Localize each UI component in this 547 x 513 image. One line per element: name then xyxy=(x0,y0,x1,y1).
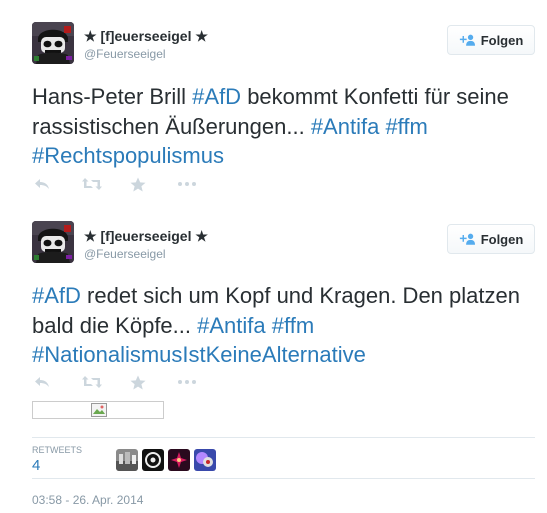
follow-label: Folgen xyxy=(480,231,524,247)
retweet-button[interactable] xyxy=(82,176,130,192)
tweet-actions xyxy=(34,176,226,192)
retweeter-avatar-image xyxy=(168,449,190,471)
tweet-1: ★ [f]euerseeigel ★ @Feuerseeigel Folgen … xyxy=(0,0,547,200)
retweeter-avatar-image xyxy=(116,449,138,471)
follow-label: Folgen xyxy=(480,32,524,48)
retweeter-avatar[interactable] xyxy=(194,449,216,471)
media-placeholder[interactable] xyxy=(32,401,164,419)
reply-button[interactable] xyxy=(34,176,82,192)
divider xyxy=(32,478,535,479)
more-icon xyxy=(178,380,196,384)
tweet-2: ★ [f]euerseeigel ★ @Feuerseeigel Folgen … xyxy=(0,200,547,513)
favorite-button[interactable] xyxy=(130,176,178,192)
star-icon: ★ xyxy=(195,228,208,244)
follow-button[interactable]: Folgen xyxy=(447,25,535,55)
follow-button[interactable]: Folgen xyxy=(447,224,535,254)
hashtag-link[interactable]: #Antifa xyxy=(311,114,380,139)
retweeter-avatar[interactable] xyxy=(142,449,164,471)
broken-image-icon xyxy=(91,403,107,417)
hashtag-link[interactable]: #AfD xyxy=(192,84,241,109)
display-name[interactable]: ★ [f]euerseeigel ★ xyxy=(84,28,208,45)
star-icon: ★ xyxy=(84,28,97,44)
retweeter-avatars xyxy=(116,449,216,471)
tweet-text-fragment: Hans-Peter Brill xyxy=(32,84,193,109)
hashtag-link[interactable]: #Rechtspopulismus xyxy=(32,143,224,168)
avatar[interactable] xyxy=(32,221,74,263)
user-handle[interactable]: @Feuerseeigel xyxy=(84,247,166,261)
display-name-text: [f]euerseeigel xyxy=(100,228,192,244)
user-handle[interactable]: @Feuerseeigel xyxy=(84,47,166,61)
reply-icon xyxy=(34,177,50,191)
avatar[interactable] xyxy=(32,22,74,64)
tweet-text: #AfD redet sich um Kopf und Kragen. Den … xyxy=(32,281,532,370)
avatar-image xyxy=(32,22,74,64)
hashtag-link[interactable]: #NationalismusIstKeineAlternative xyxy=(32,342,366,367)
reply-icon xyxy=(34,375,50,389)
tweet-actions xyxy=(34,374,226,390)
hashtag-link[interactable]: #ffm xyxy=(272,313,314,338)
retweeter-avatar[interactable] xyxy=(116,449,138,471)
follow-user-icon xyxy=(459,34,475,46)
favorite-button[interactable] xyxy=(130,374,178,390)
more-button[interactable] xyxy=(178,374,226,390)
retweets-count[interactable]: 4 xyxy=(32,457,40,474)
star-icon xyxy=(130,177,146,192)
divider xyxy=(32,437,535,438)
hashtag-link[interactable]: #Antifa xyxy=(197,313,266,338)
hashtag-link[interactable]: #AfD xyxy=(32,283,81,308)
display-name[interactable]: ★ [f]euerseeigel ★ xyxy=(84,228,208,245)
retweets-label: RETWEETS xyxy=(32,445,83,455)
retweeter-avatar-image xyxy=(142,449,164,471)
retweeter-avatar[interactable] xyxy=(168,449,190,471)
display-name-text: [f]euerseeigel xyxy=(100,28,192,44)
retweet-button[interactable] xyxy=(82,374,130,390)
star-icon: ★ xyxy=(84,228,97,244)
tweet-text: Hans-Peter Brill #AfD bekommt Konfetti f… xyxy=(32,82,532,171)
hashtag-link[interactable]: #ffm xyxy=(385,114,427,139)
reply-button[interactable] xyxy=(34,374,82,390)
star-icon: ★ xyxy=(195,28,208,44)
more-icon xyxy=(178,182,196,186)
more-button[interactable] xyxy=(178,176,226,192)
follow-user-icon xyxy=(459,233,475,245)
retweet-icon xyxy=(82,177,102,191)
retweeter-avatar-image xyxy=(194,449,216,471)
star-icon xyxy=(130,375,146,390)
tweet-timestamp[interactable]: 03:58 - 26. Apr. 2014 xyxy=(32,493,143,507)
avatar-image xyxy=(32,221,74,263)
retweet-icon xyxy=(82,375,102,389)
